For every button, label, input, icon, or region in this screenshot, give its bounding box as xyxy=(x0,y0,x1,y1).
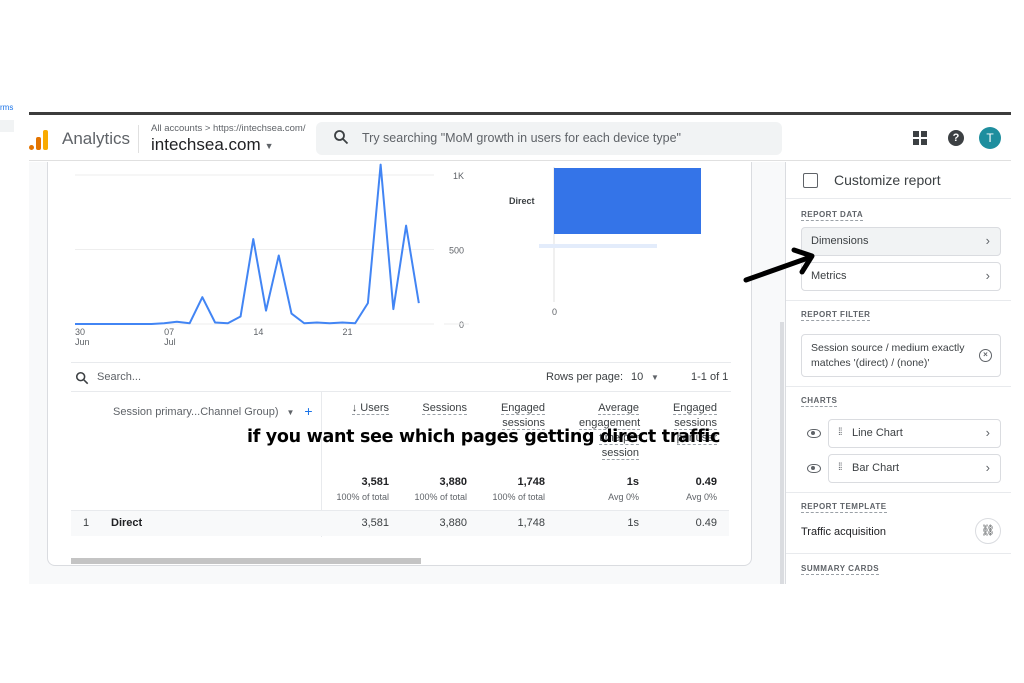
chevron-right-icon: › xyxy=(985,233,990,248)
x-tick-label: 14 xyxy=(253,327,263,337)
annotation-caption: if you want see which pages getting dire… xyxy=(247,427,721,447)
analytics-window: Analytics All accounts > https://intechs… xyxy=(29,112,1011,584)
caret-down-icon: ▼ xyxy=(264,140,274,151)
x-tick-label: 0 xyxy=(552,307,557,317)
search-placeholder: Try searching "MoM growth in users for e… xyxy=(362,131,681,145)
chevron-right-icon: › xyxy=(985,268,990,283)
dimension-column-header[interactable]: Session primary...Channel Group) ▼ + xyxy=(113,403,313,419)
x-tick-label: 21 xyxy=(343,327,353,337)
add-dimension-button[interactable]: + xyxy=(304,403,312,419)
section-report-filter: REPORT FILTER xyxy=(801,310,871,321)
account-breadcrumb[interactable]: All accounts > https://intechsea.com/ xyxy=(151,123,305,134)
vertical-scrollbar[interactable] xyxy=(780,322,784,584)
total-sessions-sub: 100% of total xyxy=(414,492,467,502)
annotation-arrow xyxy=(743,247,815,283)
cell-engaged-sessions: 1,748 xyxy=(517,517,545,529)
cell-users: 3,581 xyxy=(361,517,389,529)
caret-down-icon[interactable]: ▼ xyxy=(286,408,294,417)
cell-engaged-per-user: 0.49 xyxy=(695,517,717,529)
rows-per-page-select[interactable]: 10 xyxy=(631,371,643,383)
remove-filter-icon[interactable]: × xyxy=(979,349,992,362)
account-avatar[interactable]: T xyxy=(979,127,1001,149)
header-divider xyxy=(138,125,139,153)
customize-report-panel: Customize report REPORT DATA Dimensions … xyxy=(785,162,1011,584)
bar-ghost-track xyxy=(539,244,657,248)
app-name: Analytics xyxy=(62,129,131,148)
divider xyxy=(786,300,1011,301)
pagination-status: 1-1 of 1 xyxy=(691,371,729,383)
bar-category-label: Direct xyxy=(509,196,535,206)
rows-per-page-label: Rows per page: xyxy=(546,371,624,383)
dimension-header-label: Session primary...Channel Group) xyxy=(113,406,279,418)
global-search-bar[interactable]: Try searching "MoM growth in users for e… xyxy=(316,122,782,155)
divider xyxy=(786,553,1011,554)
bar-chart-item[interactable]: ⁞⁞ Bar Chart › xyxy=(828,454,1001,483)
section-report-data: REPORT DATA xyxy=(801,210,864,221)
bar-chart: Direct 0 xyxy=(509,167,701,317)
property-name: intechsea.com xyxy=(151,135,261,154)
chevron-right-icon: › xyxy=(985,425,990,440)
table-search-icon xyxy=(75,371,89,385)
divider xyxy=(786,492,1011,493)
total-engaged-per-user-sub: Avg 0% xyxy=(686,492,717,502)
y-tick-label: 0 xyxy=(459,320,464,330)
stray-sidebar-fragment xyxy=(0,120,14,132)
x-tick-month-label: Jul xyxy=(164,337,176,347)
eye-icon[interactable] xyxy=(807,464,821,473)
total-sessions: 3,880 xyxy=(439,476,467,488)
bar-direct xyxy=(554,168,701,234)
apps-grid-icon[interactable] xyxy=(913,131,927,145)
analytics-logo-icon[interactable] xyxy=(29,128,49,150)
y-tick-label: 500 xyxy=(449,246,464,256)
users-series-line xyxy=(75,163,420,325)
unlink-template-icon[interactable]: ⛓ xyxy=(975,518,1001,544)
divider xyxy=(786,198,1011,199)
total-avg-engagement: 1s xyxy=(626,476,639,488)
total-users-sub: 100% of total xyxy=(336,492,389,502)
drag-handle-icon[interactable]: ⁞⁞ xyxy=(838,427,842,438)
total-engaged-sessions-sub: 100% of total xyxy=(492,492,545,502)
line-chart-label: Line Chart xyxy=(852,427,903,439)
report-edit-icon xyxy=(803,173,818,188)
row-dimension-value: Direct xyxy=(111,517,143,529)
panel-title: Customize report xyxy=(834,172,941,188)
line-chart: 0 500 1K 30Jun 07Jul 14 21 xyxy=(75,163,469,347)
table-toolbar: Search... Rows per page: 10 ▼ 1-1 of 1 xyxy=(71,362,731,392)
section-report-template: REPORT TEMPLATE xyxy=(801,502,887,513)
search-icon xyxy=(334,130,349,145)
total-engaged-sessions: 1,748 xyxy=(517,476,545,488)
x-tick-label: 30 xyxy=(75,327,85,337)
filter-text: Session source / medium exactly matches … xyxy=(811,342,965,369)
cell-avg-engagement: 1s xyxy=(627,517,639,529)
table-search-input[interactable]: Search... xyxy=(97,371,141,383)
divider xyxy=(786,386,1011,387)
total-engaged-per-user: 0.49 xyxy=(695,476,717,488)
template-name: Traffic acquisition xyxy=(801,526,886,538)
chevron-right-icon: › xyxy=(985,460,990,475)
dimensions-button[interactable]: Dimensions › xyxy=(801,227,1001,256)
total-avg-engagement-sub: Avg 0% xyxy=(608,492,639,502)
line-chart-item[interactable]: ⁞⁞ Line Chart › xyxy=(828,419,1001,448)
stray-link-fragment[interactable]: rms xyxy=(0,103,13,112)
drag-handle-icon[interactable]: ⁞⁞ xyxy=(838,462,842,473)
horizontal-scrollbar[interactable] xyxy=(71,558,421,564)
report-filter-chip[interactable]: Session source / medium exactly matches … xyxy=(801,334,1001,377)
bar-chart-label: Bar Chart xyxy=(852,462,900,474)
help-icon[interactable]: ? xyxy=(948,130,964,146)
section-summary-cards: SUMMARY CARDS xyxy=(801,564,880,575)
metrics-button[interactable]: Metrics › xyxy=(801,262,1001,291)
row-index: 1 xyxy=(83,517,90,529)
top-app-bar: Analytics All accounts > https://intechs… xyxy=(29,115,1011,161)
section-charts: CHARTS xyxy=(801,396,838,407)
caret-down-icon[interactable]: ▼ xyxy=(651,373,659,382)
col-header-users[interactable]: ↓ Users xyxy=(329,401,389,416)
cell-sessions: 3,880 xyxy=(439,517,467,529)
x-tick-label: 07 xyxy=(164,327,174,337)
x-tick-month-label: Jun xyxy=(75,337,90,347)
eye-icon[interactable] xyxy=(807,429,821,438)
property-selector[interactable]: intechsea.com ▼ xyxy=(151,135,274,155)
col-header-sessions[interactable]: Sessions xyxy=(399,401,467,416)
y-tick-label: 1K xyxy=(453,171,464,181)
total-users: 3,581 xyxy=(361,476,389,488)
